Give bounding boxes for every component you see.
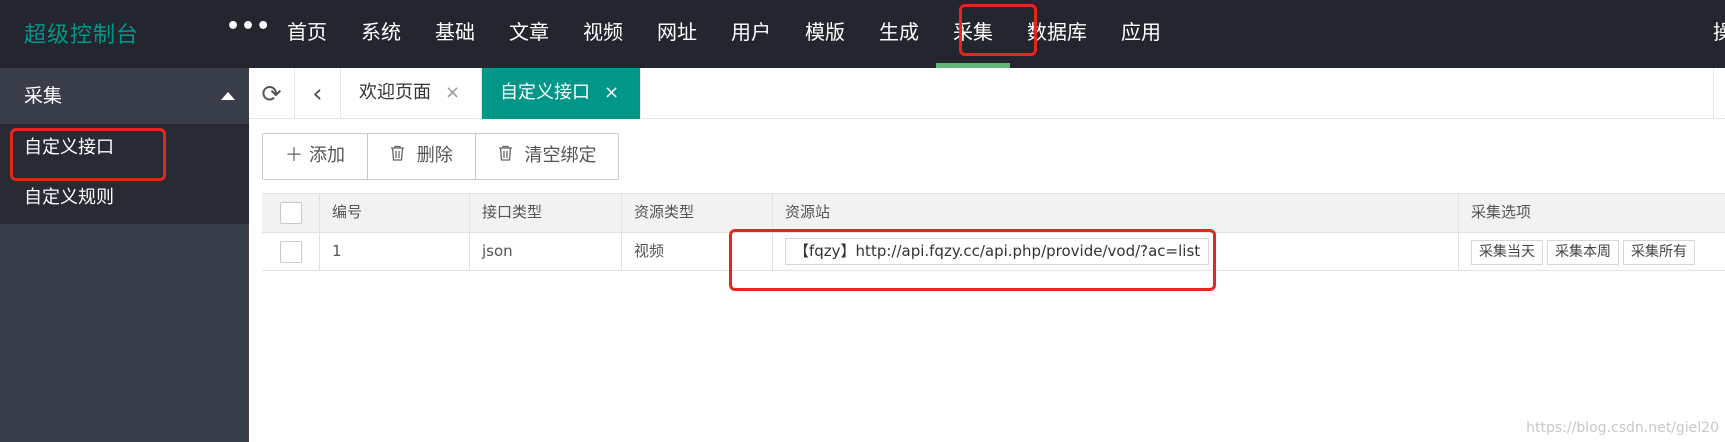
annotation-box-nav: [959, 4, 1037, 56]
tabs-bar: ⟳ ‹ 欢迎页面 × 自定义接口 ×: [249, 68, 1725, 119]
nav-item-system[interactable]: 系统: [344, 0, 418, 68]
clear-binding-button[interactable]: 清空绑定: [475, 134, 619, 179]
cell-collect-options: 采集当天 采集本周 采集所有: [1459, 233, 1725, 270]
nav-item-operations[interactable]: 操作: [1705, 0, 1725, 68]
collect-all-button[interactable]: 采集所有: [1623, 240, 1695, 265]
app-title[interactable]: 超级控制台: [24, 17, 139, 49]
delete-button[interactable]: 删除: [368, 134, 476, 179]
collect-today-button[interactable]: 采集当天: [1471, 240, 1543, 265]
plus-icon: ＋: [285, 145, 303, 166]
table-header-row: 编号 接口类型 资源类型 资源站 采集选项: [262, 194, 1725, 233]
nav-item-template[interactable]: 模版: [788, 0, 862, 68]
add-button[interactable]: ＋ 添加: [263, 134, 368, 179]
sidebar-section-collect[interactable]: 采集: [0, 68, 249, 124]
refresh-icon[interactable]: ⟳: [249, 68, 295, 119]
column-header-resource-type[interactable]: 资源类型: [622, 194, 773, 232]
row-checkbox[interactable]: [279, 240, 302, 263]
nav-item-url[interactable]: 网址: [640, 0, 714, 68]
tabs-dropdown[interactable]: [1713, 68, 1725, 119]
caret-up-icon: [221, 92, 235, 100]
tab-label: 自定义接口: [500, 82, 590, 103]
column-header-interface-type[interactable]: 接口类型: [470, 194, 622, 232]
nav-item-home[interactable]: 首页: [270, 0, 344, 68]
nav-item-generate[interactable]: 生成: [862, 0, 936, 68]
nav-item-user[interactable]: 用户: [714, 0, 788, 68]
nav-item-basic[interactable]: 基础: [418, 0, 492, 68]
tab-custom-interface[interactable]: 自定义接口 ×: [482, 68, 641, 119]
main-nav: 首页 系统 基础 文章 视频 网址 用户 模版 生成 采集 数据库 应用: [270, 0, 1178, 68]
annotation-box-site: [729, 229, 1216, 291]
clear-binding-label: 清空绑定: [524, 145, 597, 166]
add-label: 添加: [309, 145, 345, 166]
close-icon[interactable]: ×: [445, 82, 460, 103]
row-checkbox-cell: [262, 233, 320, 270]
trash-icon: [390, 145, 411, 166]
nav-item-video[interactable]: 视频: [566, 0, 640, 68]
header-checkbox-cell: [262, 194, 320, 232]
trash-icon: [498, 145, 519, 166]
more-menu-icon[interactable]: •••: [226, 14, 271, 39]
column-header-id[interactable]: 编号: [320, 194, 470, 232]
top-header: 超级控制台 ••• 首页 系统 基础 文章 视频 网址 用户 模版 生成 采集 …: [0, 0, 1725, 68]
close-icon[interactable]: ×: [604, 82, 619, 103]
tab-label: 欢迎页面: [359, 82, 431, 103]
action-toolbar: ＋ 添加 删除 清空绑定: [262, 133, 620, 180]
sidebar-section-label: 采集: [24, 85, 63, 107]
nav-item-apps[interactable]: 应用: [1104, 0, 1178, 68]
chevron-left-icon[interactable]: ‹: [295, 68, 341, 119]
nav-item-article[interactable]: 文章: [492, 0, 566, 68]
annotation-box-sidebar: [10, 128, 166, 181]
sidebar-item-custom-rules[interactable]: 自定义规则: [0, 174, 249, 224]
collect-week-button[interactable]: 采集本周: [1547, 240, 1619, 265]
column-header-resource-site[interactable]: 资源站: [773, 194, 1459, 232]
delete-label: 删除: [416, 145, 453, 166]
column-header-collect-options[interactable]: 采集选项: [1459, 194, 1725, 232]
tab-welcome[interactable]: 欢迎页面 ×: [341, 68, 482, 119]
sidebar: 采集 自定义接口 自定义规则: [0, 68, 249, 442]
cell-id: 1: [320, 233, 470, 270]
select-all-checkbox[interactable]: [279, 202, 302, 224]
cell-interface-type: json: [470, 233, 622, 270]
watermark: https://blog.csdn.net/giel20: [1526, 420, 1719, 436]
